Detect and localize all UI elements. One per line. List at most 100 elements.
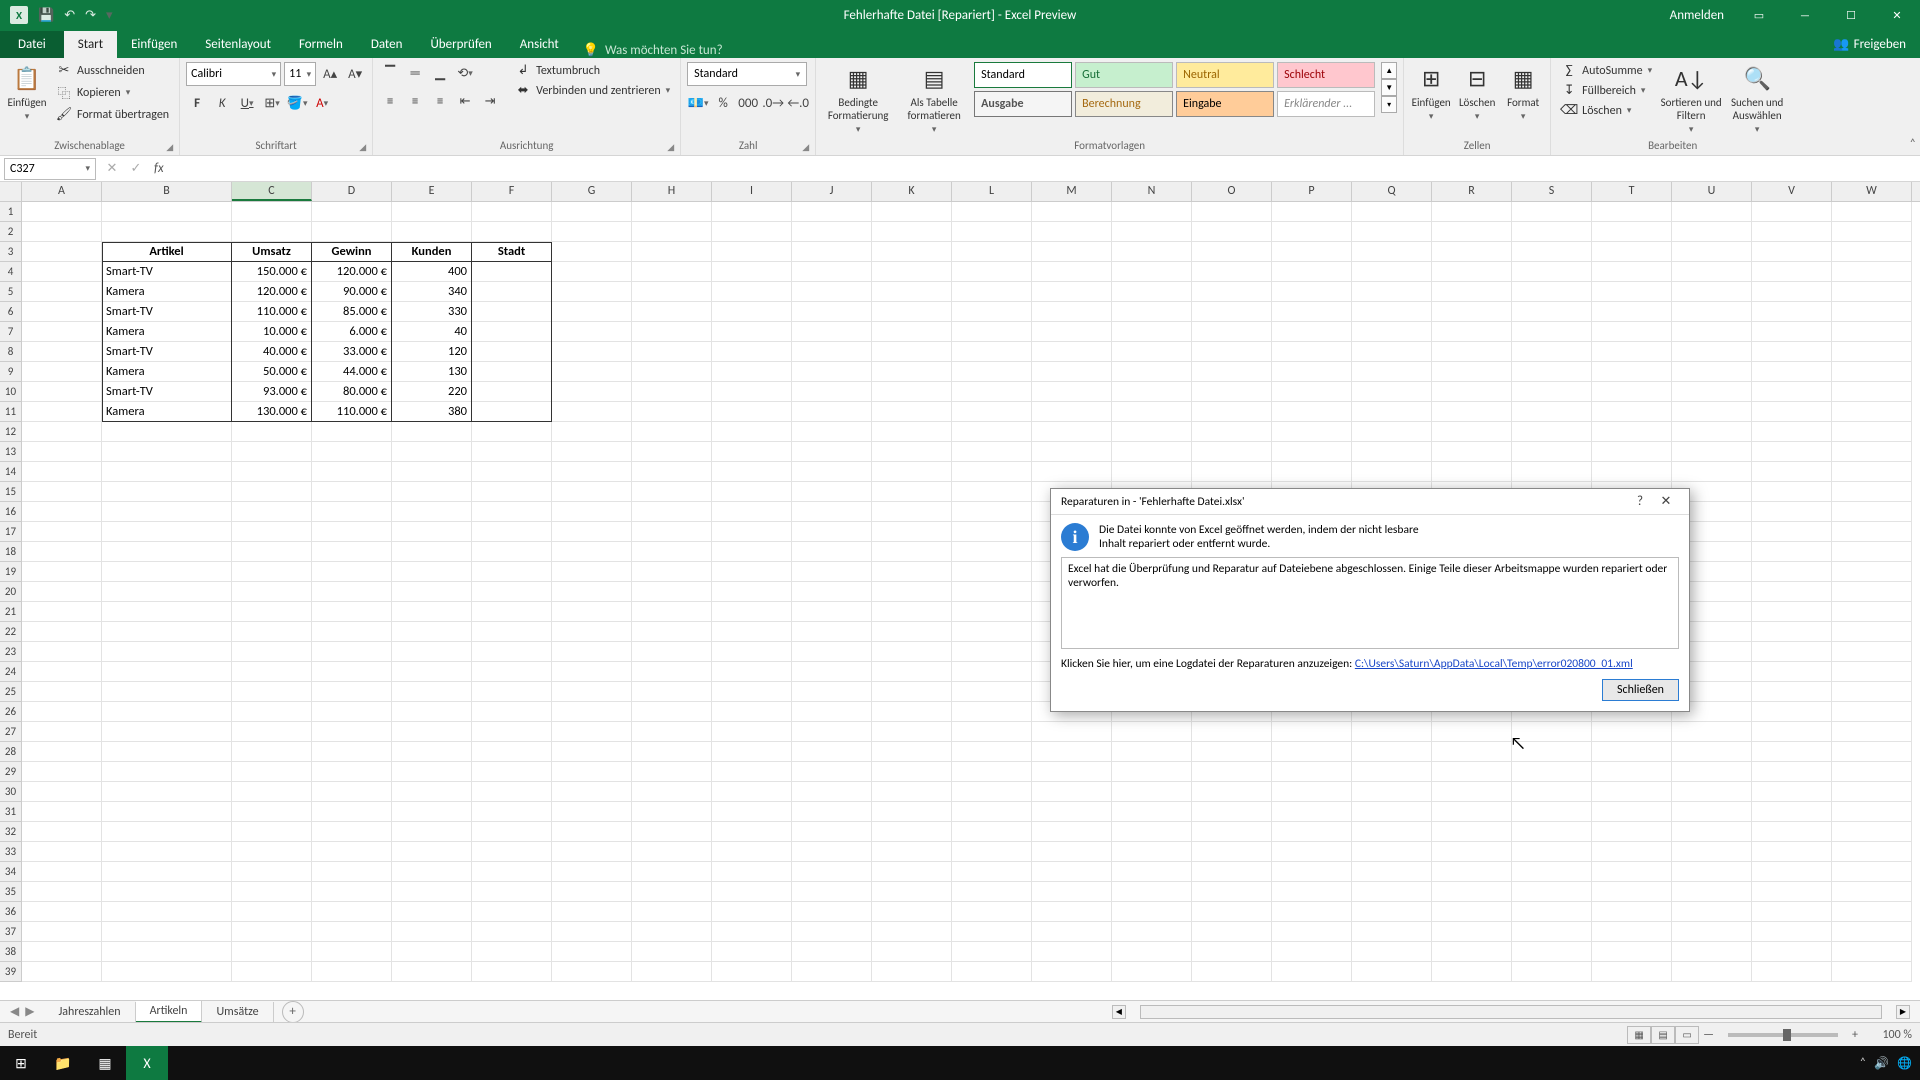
cell-B13[interactable] xyxy=(102,442,232,462)
percent-format-icon[interactable]: % xyxy=(712,92,734,114)
cell-W9[interactable] xyxy=(1832,362,1912,382)
cell-A26[interactable] xyxy=(22,702,102,722)
cell-U27[interactable] xyxy=(1672,722,1752,742)
cell-S9[interactable] xyxy=(1512,362,1592,382)
cell-G29[interactable] xyxy=(552,762,632,782)
cell-L4[interactable] xyxy=(952,262,1032,282)
new-sheet-button[interactable]: + xyxy=(282,1001,304,1023)
cell-J6[interactable] xyxy=(792,302,872,322)
cell-I15[interactable] xyxy=(712,482,792,502)
cell-K6[interactable] xyxy=(872,302,952,322)
cell-G21[interactable] xyxy=(552,602,632,622)
cell-O13[interactable] xyxy=(1192,442,1272,462)
cell-E2[interactable] xyxy=(392,222,472,242)
cell-F16[interactable] xyxy=(472,502,552,522)
cell-E35[interactable] xyxy=(392,882,472,902)
cell-W30[interactable] xyxy=(1832,782,1912,802)
cell-Q2[interactable] xyxy=(1352,222,1432,242)
cell-V37[interactable] xyxy=(1752,922,1832,942)
row-header-15[interactable]: 15 xyxy=(0,482,22,502)
cell-O1[interactable] xyxy=(1192,202,1272,222)
cell-D2[interactable] xyxy=(312,222,392,242)
cell-I32[interactable] xyxy=(712,822,792,842)
cell-F38[interactable] xyxy=(472,942,552,962)
cell-W16[interactable] xyxy=(1832,502,1912,522)
tab-pagelayout[interactable]: Seitenlayout xyxy=(191,31,285,58)
cell-S8[interactable] xyxy=(1512,342,1592,362)
cell-F14[interactable] xyxy=(472,462,552,482)
cell-T28[interactable] xyxy=(1592,742,1672,762)
cell-V34[interactable] xyxy=(1752,862,1832,882)
cell-G38[interactable] xyxy=(552,942,632,962)
cell-P37[interactable] xyxy=(1272,922,1352,942)
borders-button[interactable]: ⊞▾ xyxy=(261,92,283,114)
cell-W37[interactable] xyxy=(1832,922,1912,942)
cell-K36[interactable] xyxy=(872,902,952,922)
row-header-37[interactable]: 37 xyxy=(0,922,22,942)
cell-T11[interactable] xyxy=(1592,402,1672,422)
minimize-button[interactable]: — xyxy=(1782,0,1828,30)
horizontal-scrollbar[interactable]: ◀ ▶ xyxy=(1112,1005,1910,1019)
cell-U30[interactable] xyxy=(1672,782,1752,802)
cell-R9[interactable] xyxy=(1432,362,1512,382)
cell-D34[interactable] xyxy=(312,862,392,882)
cell-I9[interactable] xyxy=(712,362,792,382)
font-size-combo[interactable]: 11▾ xyxy=(284,62,316,86)
cell-A2[interactable] xyxy=(22,222,102,242)
cell-J16[interactable] xyxy=(792,502,872,522)
cell-U2[interactable] xyxy=(1672,222,1752,242)
cell-U35[interactable] xyxy=(1672,882,1752,902)
cell-F24[interactable] xyxy=(472,662,552,682)
tab-insert[interactable]: Einfügen xyxy=(117,31,191,58)
cell-A10[interactable] xyxy=(22,382,102,402)
cell-A34[interactable] xyxy=(22,862,102,882)
cell-D29[interactable] xyxy=(312,762,392,782)
comma-format-icon[interactable]: 000 xyxy=(737,92,759,114)
tab-start[interactable]: Start xyxy=(64,31,117,58)
row-header-13[interactable]: 13 xyxy=(0,442,22,462)
cell-S11[interactable] xyxy=(1512,402,1592,422)
cell-K8[interactable] xyxy=(872,342,952,362)
cell-A22[interactable] xyxy=(22,622,102,642)
cell-J17[interactable] xyxy=(792,522,872,542)
cell-M3[interactable] xyxy=(1032,242,1112,262)
cell-G26[interactable] xyxy=(552,702,632,722)
cell-I10[interactable] xyxy=(712,382,792,402)
cell-Q36[interactable] xyxy=(1352,902,1432,922)
cell-Q9[interactable] xyxy=(1352,362,1432,382)
hscroll-left-icon[interactable]: ◀ xyxy=(1112,1005,1126,1019)
cell-W4[interactable] xyxy=(1832,262,1912,282)
cell-H23[interactable] xyxy=(632,642,712,662)
cell-F7[interactable] xyxy=(472,322,552,342)
cell-S36[interactable] xyxy=(1512,902,1592,922)
cell-C11[interactable]: 130.000 € xyxy=(232,402,312,422)
cell-F9[interactable] xyxy=(472,362,552,382)
maximize-button[interactable]: ☐ xyxy=(1828,0,1874,30)
cell-J21[interactable] xyxy=(792,602,872,622)
cell-C20[interactable] xyxy=(232,582,312,602)
cell-L19[interactable] xyxy=(952,562,1032,582)
cell-V23[interactable] xyxy=(1752,642,1832,662)
cell-H29[interactable] xyxy=(632,762,712,782)
cell-B38[interactable] xyxy=(102,942,232,962)
cell-K39[interactable] xyxy=(872,962,952,982)
cell-L36[interactable] xyxy=(952,902,1032,922)
cell-F15[interactable] xyxy=(472,482,552,502)
cell-T30[interactable] xyxy=(1592,782,1672,802)
cell-U5[interactable] xyxy=(1672,282,1752,302)
cell-M33[interactable] xyxy=(1032,842,1112,862)
cell-S38[interactable] xyxy=(1512,942,1592,962)
insert-cells-button[interactable]: ⊞Einfügen▾ xyxy=(1410,62,1452,122)
cell-K11[interactable] xyxy=(872,402,952,422)
cell-D18[interactable] xyxy=(312,542,392,562)
cell-Q33[interactable] xyxy=(1352,842,1432,862)
align-left-icon[interactable]: ≡ xyxy=(379,90,401,112)
cell-B32[interactable] xyxy=(102,822,232,842)
save-icon[interactable]: 💾 xyxy=(38,8,54,23)
cell-G4[interactable] xyxy=(552,262,632,282)
cell-H16[interactable] xyxy=(632,502,712,522)
row-header-28[interactable]: 28 xyxy=(0,742,22,762)
cell-A24[interactable] xyxy=(22,662,102,682)
cell-R30[interactable] xyxy=(1432,782,1512,802)
cell-A27[interactable] xyxy=(22,722,102,742)
